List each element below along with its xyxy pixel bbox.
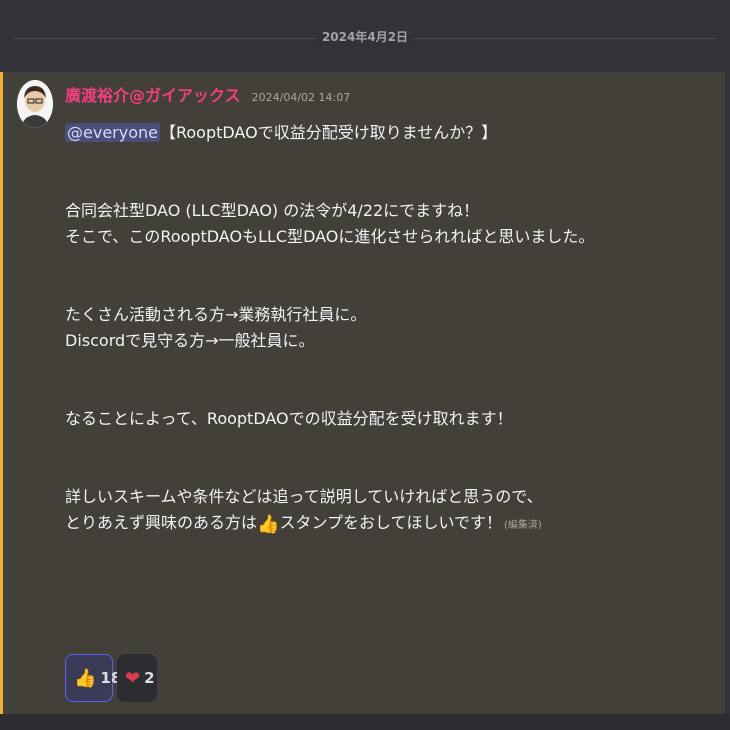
message-line-4: Discordで見守る方→一般社員に。 [65,331,315,350]
message-title: 【RooptDAOで収益分配受け取りませんか？】 [159,123,498,142]
avatar[interactable] [17,80,53,128]
title-line: @everyone 【RooptDAOで収益分配受け取りませんか？】 [65,120,705,146]
heart-icon: ❤ [125,667,141,689]
mention-everyone[interactable]: @everyone [65,123,160,142]
message-line-7-end: スタンプをおしてほしいです！ [279,513,502,532]
reaction-count: 2 [144,669,155,687]
message-header: 廣渡裕介@ガイアックス 2024/04/02 14:07 [65,82,350,106]
date-divider: 2024年4月2日 [14,0,716,72]
username[interactable]: 廣渡裕介@ガイアックス [65,86,241,105]
message-line-2: そこで、このRooptDAOもLLC型DAOに進化させられればと思いました。 [65,227,595,246]
thumbs-up-icon: 👍 [257,514,280,535]
message-line-3: たくさん活動される方→業務執行社員に。 [65,305,367,324]
reaction-thumbs-up[interactable]: 👍 18 [65,654,121,702]
reaction-heart[interactable]: ❤ 2 [117,654,157,702]
date-divider-label: 2024年4月2日 [315,28,415,45]
message-line-5: なることによって、RooptDAOでの収益分配を受け取れます！ [65,409,513,428]
reactions: 👍 18 ❤ 2 [65,654,157,702]
timestamp: 2024/04/02 14:07 [251,91,351,104]
bottom-bar [0,714,730,730]
message: 廣渡裕介@ガイアックス 2024/04/02 14:07 @everyone 【R… [0,72,725,714]
message-line-6: 詳しいスキームや条件などは追って説明していければと思うので、 [65,487,543,506]
thumbs-up-icon: 👍 [74,667,97,689]
message-body: @everyone 【RooptDAOで収益分配受け取りませんか？】 合同会社型D… [65,120,705,536]
message-line-1: 合同会社型DAO (LLC型DAO) の法令が4/22にでますね！ [65,201,480,220]
message-line-7: とりあえず興味のある方は👍スタンプをおしてほしいです！ (編集済) [65,510,705,536]
message-line-7-start: とりあえず興味のある方は [65,513,258,532]
edited-label: (編集済) [504,520,542,531]
